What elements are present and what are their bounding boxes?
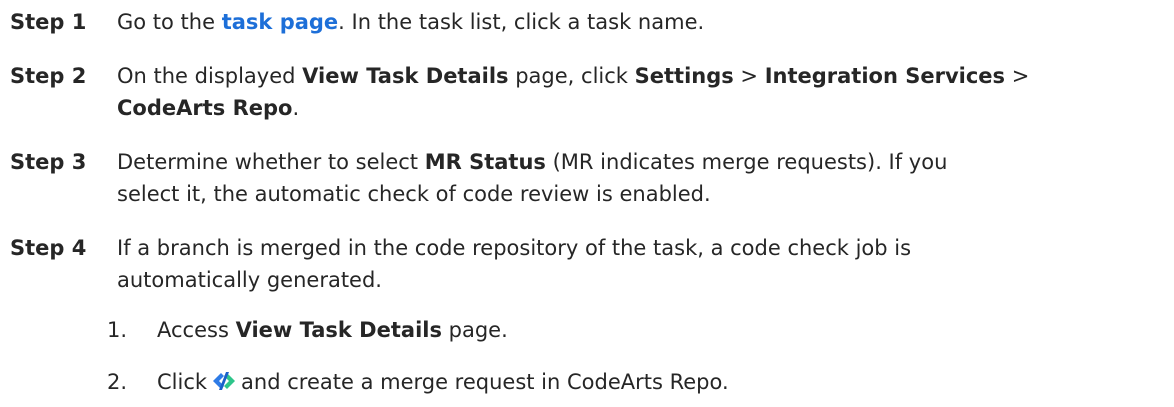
- step-text: Determine whether to select MR Status (M…: [117, 150, 948, 206]
- ui-term: Integration Services: [764, 64, 1006, 88]
- step-label: Step 2: [10, 64, 87, 88]
- substep-text: Click and create a merge request in Code…: [157, 369, 729, 394]
- step-label: Step 1: [10, 10, 87, 34]
- codearts-repo-icon[interactable]: [211, 369, 237, 391]
- step-text: Go to the task page. In the task list, c…: [117, 10, 705, 34]
- ui-term: View Task Details: [302, 64, 509, 88]
- substep-number: 2.: [107, 370, 128, 394]
- ui-term: MR Status: [424, 150, 546, 174]
- step-label: Step 3: [10, 150, 87, 174]
- task-page-link[interactable]: task page: [222, 10, 338, 34]
- ui-term: View Task Details: [235, 318, 442, 342]
- ui-term: Settings: [634, 64, 734, 88]
- step-text: On the displayed View Task Details page,…: [117, 64, 1030, 120]
- substep-number: 1.: [107, 318, 128, 342]
- substep-text: Access View Task Details page.: [157, 318, 508, 342]
- step-text: If a branch is merged in the code reposi…: [117, 236, 912, 292]
- ui-term: CodeArts Repo: [117, 96, 293, 120]
- step-label: Step 4: [10, 236, 87, 260]
